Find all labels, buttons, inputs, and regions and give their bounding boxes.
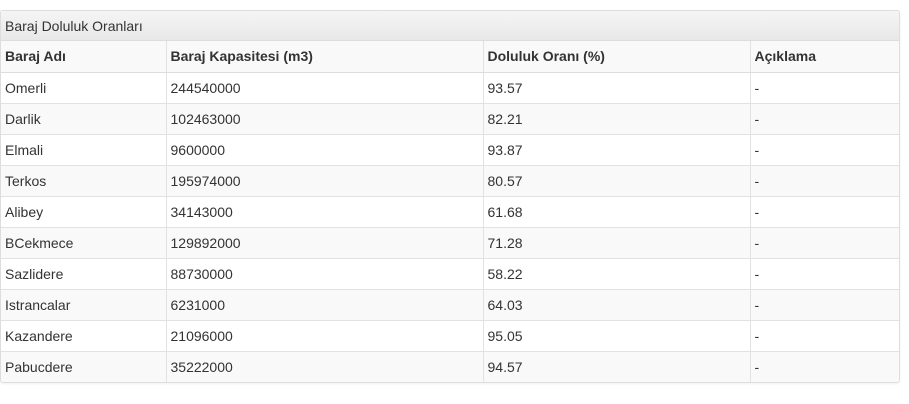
table-row: Pabucdere 35222000 94.57 - xyxy=(1,350,899,382)
dam-name-cell: Sazlidere xyxy=(1,257,166,289)
description-cell: - xyxy=(749,288,899,320)
capacity-cell: 129892000 xyxy=(165,226,483,258)
dam-levels-panel: Baraj Doluluk Oranları Baraj Adı Baraj K… xyxy=(0,10,900,383)
fill-rate-cell: 58.22 xyxy=(482,257,750,289)
dam-name-cell: Pabucdere xyxy=(1,350,166,382)
description-cell: - xyxy=(749,102,899,134)
table-row: Istrancalar 6231000 64.03 - xyxy=(1,288,899,320)
capacity-cell: 244540000 xyxy=(165,71,483,103)
dam-name-cell: Kazandere xyxy=(1,319,166,351)
description-cell: - xyxy=(749,195,899,227)
description-cell: - xyxy=(749,133,899,165)
fill-rate-cell: 71.28 xyxy=(482,226,750,258)
fill-rate-cell: 95.05 xyxy=(482,319,750,351)
table-row: Kazandere 21096000 95.05 - xyxy=(1,319,899,351)
fill-rate-cell: 82.21 xyxy=(482,102,750,134)
capacity-cell: 88730000 xyxy=(165,257,483,289)
description-cell: - xyxy=(749,164,899,196)
dam-name-cell: Istrancalar xyxy=(1,288,166,320)
fill-rate-cell: 80.57 xyxy=(482,164,750,196)
dam-name-cell: Darlik xyxy=(1,102,166,134)
table-row: Elmali 9600000 93.87 - xyxy=(1,133,899,165)
panel-title: Baraj Doluluk Oranları xyxy=(1,11,899,41)
column-header-capacity: Baraj Kapasitesi (m3) xyxy=(165,41,483,73)
column-header-fill-rate: Doluluk Oranı (%) xyxy=(482,41,750,73)
dam-name-cell: Terkos xyxy=(1,164,166,196)
table-row: Sazlidere 88730000 58.22 - xyxy=(1,257,899,289)
description-cell: - xyxy=(749,319,899,351)
fill-rate-cell: 64.03 xyxy=(482,288,750,320)
table-row: Terkos 195974000 80.57 - xyxy=(1,164,899,196)
capacity-cell: 9600000 xyxy=(165,133,483,165)
description-cell: - xyxy=(749,71,899,103)
dam-name-cell: BCekmece xyxy=(1,226,166,258)
fill-rate-cell: 94.57 xyxy=(482,350,750,382)
column-header-description: Açıklama xyxy=(749,41,899,73)
capacity-cell: 6231000 xyxy=(165,288,483,320)
fill-rate-cell: 93.87 xyxy=(482,133,750,165)
column-header-dam-name: Baraj Adı xyxy=(1,41,166,73)
fill-rate-cell: 61.68 xyxy=(482,195,750,227)
capacity-cell: 102463000 xyxy=(165,102,483,134)
table-row: Darlik 102463000 82.21 - xyxy=(1,102,899,134)
dam-name-cell: Alibey xyxy=(1,195,166,227)
dam-name-cell: Elmali xyxy=(1,133,166,165)
capacity-cell: 21096000 xyxy=(165,319,483,351)
fill-rate-cell: 93.57 xyxy=(482,71,750,103)
table-row: BCekmece 129892000 71.28 - xyxy=(1,226,899,258)
capacity-cell: 195974000 xyxy=(165,164,483,196)
dam-levels-table: Baraj Adı Baraj Kapasitesi (m3) Doluluk … xyxy=(1,41,899,382)
description-cell: - xyxy=(749,226,899,258)
capacity-cell: 34143000 xyxy=(165,195,483,227)
table-row: Omerli 244540000 93.57 - xyxy=(1,71,899,103)
capacity-cell: 35222000 xyxy=(165,350,483,382)
table-row: Alibey 34143000 61.68 - xyxy=(1,195,899,227)
description-cell: - xyxy=(749,257,899,289)
dam-name-cell: Omerli xyxy=(1,71,166,103)
description-cell: - xyxy=(749,350,899,382)
table-header-row: Baraj Adı Baraj Kapasitesi (m3) Doluluk … xyxy=(1,41,899,73)
